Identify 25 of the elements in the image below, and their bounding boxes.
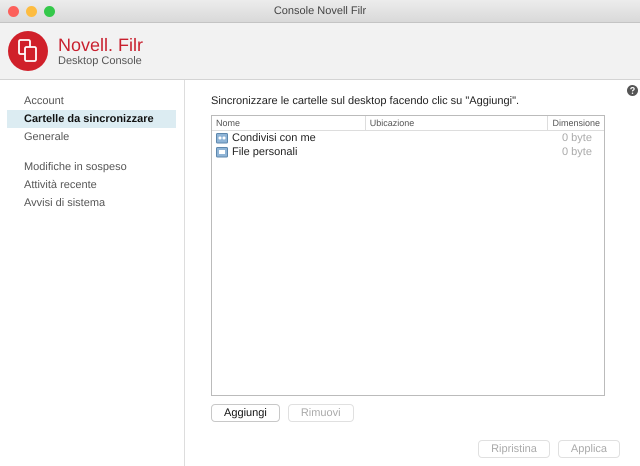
sidebar-item[interactable]: Attività recente	[7, 176, 176, 194]
table-cell-text: 0 byte	[561, 145, 593, 159]
zoom-button[interactable]	[44, 6, 55, 17]
brand-subtitle: Desktop Console	[58, 55, 143, 67]
table-cell-text: 0 byte	[561, 131, 593, 145]
table-cell: File personali	[212, 145, 370, 159]
brand-name: Novell. Filr	[58, 35, 144, 55]
window-title: Console Novell Filr	[274, 5, 366, 17]
help-icon[interactable]	[627, 85, 638, 96]
shared-folder-icon	[216, 132, 228, 144]
sidebar-item[interactable]: Account	[7, 92, 176, 110]
sidebar-item[interactable]: Modifiche in sospeso	[7, 158, 176, 176]
sidebar-item[interactable]: Generale	[7, 128, 176, 146]
column-header[interactable]: Dimensione	[547, 116, 604, 130]
column-header[interactable]: Ubicazione	[364, 116, 548, 130]
table-cell: Condivisi con me	[212, 131, 370, 145]
logo-icon	[8, 31, 48, 71]
close-button[interactable]	[8, 6, 19, 17]
instruction-text: Sincronizzare le cartelle sul desktop facendo clic su "Aggiungi".	[211, 95, 520, 107]
minimize-button[interactable]	[26, 6, 37, 17]
add-button[interactable]: Aggiungi	[211, 404, 280, 422]
sidebar-item[interactable]: Cartelle da sincronizzare	[7, 110, 176, 128]
sidebar-item[interactable]: Avvisi di sistema	[7, 194, 176, 212]
folder-icon	[216, 146, 228, 158]
column-header[interactable]: Nome	[212, 116, 365, 130]
